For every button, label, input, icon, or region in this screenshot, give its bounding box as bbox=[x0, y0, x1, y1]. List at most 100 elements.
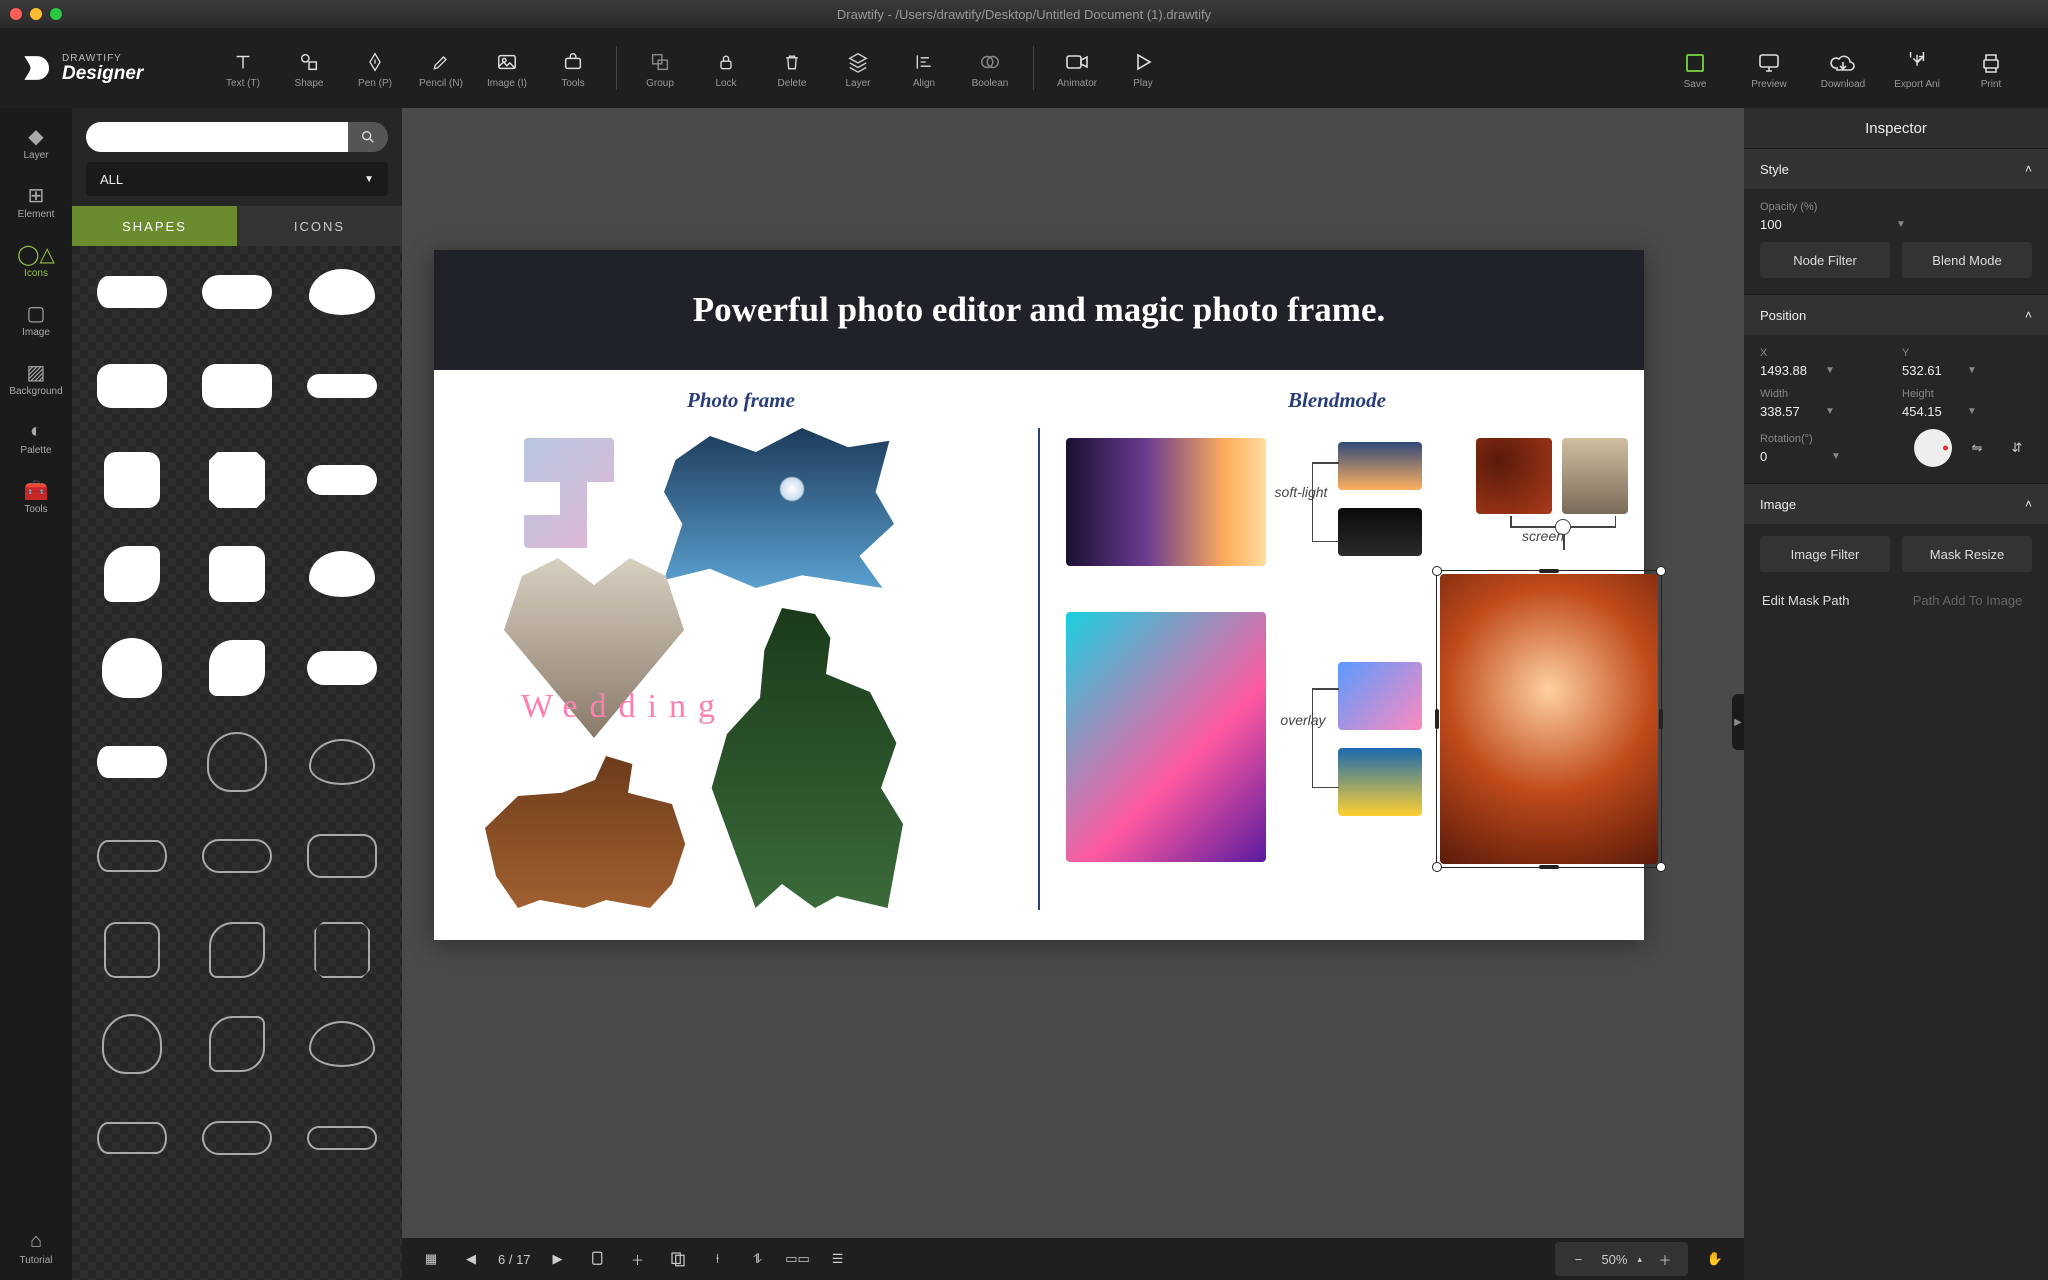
blend-source-macaw[interactable] bbox=[1338, 748, 1422, 816]
rail-tools[interactable]: 🧰Tools bbox=[6, 476, 66, 515]
shape-item[interactable] bbox=[297, 1012, 388, 1076]
master-page-button[interactable]: ⍿ bbox=[705, 1246, 731, 1272]
duplicate-page-button[interactable] bbox=[665, 1246, 691, 1272]
shape-item[interactable] bbox=[297, 824, 388, 888]
shape-item[interactable] bbox=[86, 1106, 177, 1170]
layer-button[interactable]: Layer bbox=[825, 46, 891, 89]
boolean-button[interactable]: Boolean bbox=[957, 46, 1023, 89]
lock-button[interactable]: Lock bbox=[693, 46, 759, 89]
shape-item[interactable] bbox=[297, 542, 388, 606]
shape-item[interactable] bbox=[297, 260, 388, 324]
group-button[interactable]: Group bbox=[627, 46, 693, 89]
frame-football-player[interactable] bbox=[694, 608, 914, 908]
chevron-down-icon[interactable]: ▼ bbox=[1963, 365, 2032, 376]
artboard[interactable]: Powerful photo editor and magic photo fr… bbox=[434, 250, 1644, 940]
blend-source-portrait[interactable] bbox=[1562, 438, 1628, 514]
animator-button[interactable]: Animator bbox=[1044, 46, 1110, 89]
zoom-in-button[interactable]: ＋ bbox=[1652, 1246, 1678, 1272]
rotation-input[interactable]: 0 bbox=[1760, 449, 1827, 464]
play-button[interactable]: Play bbox=[1110, 46, 1176, 89]
download-button[interactable]: Download bbox=[1806, 47, 1880, 90]
slide-order-button[interactable]: ⥮ bbox=[745, 1246, 771, 1272]
shape-item[interactable] bbox=[191, 1012, 282, 1076]
width-input[interactable]: 338.57 bbox=[1760, 404, 1821, 419]
shape-tool-button[interactable]: Shape bbox=[276, 46, 342, 89]
rail-image[interactable]: ▢Image bbox=[6, 299, 66, 338]
blend-sample-galaxy[interactable] bbox=[1066, 438, 1266, 566]
export-ani-button[interactable]: Export Ani bbox=[1880, 47, 1954, 90]
y-input[interactable]: 532.61 bbox=[1902, 363, 1963, 378]
shape-item[interactable] bbox=[191, 824, 282, 888]
section-position-header[interactable]: Position˄ bbox=[1744, 295, 2048, 335]
blend-result-selected[interactable] bbox=[1440, 574, 1658, 864]
shape-item[interactable] bbox=[86, 354, 177, 418]
shape-item[interactable] bbox=[297, 448, 388, 512]
edit-mask-path-button[interactable]: Edit Mask Path bbox=[1760, 582, 1891, 618]
shape-item[interactable] bbox=[191, 354, 282, 418]
blend-mode-button[interactable]: Blend Mode bbox=[1902, 242, 2032, 278]
chevron-down-icon[interactable]: ▼ bbox=[1827, 451, 1902, 462]
shape-item[interactable] bbox=[191, 542, 282, 606]
rail-palette[interactable]: ◐Palette bbox=[6, 417, 66, 456]
chevron-down-icon[interactable]: ▼ bbox=[1963, 406, 2032, 417]
text-tool-button[interactable]: Text (T) bbox=[210, 46, 276, 89]
window-close-button[interactable] bbox=[10, 8, 22, 20]
flip-vertical-button[interactable]: ⇵ bbox=[2002, 433, 2032, 463]
preview-button[interactable]: Preview bbox=[1732, 47, 1806, 90]
list-view-button[interactable]: ☰ bbox=[825, 1246, 851, 1272]
blend-source-sunset[interactable] bbox=[1338, 442, 1422, 490]
blend-source-donuts[interactable] bbox=[1476, 438, 1552, 514]
pencil-tool-button[interactable]: Pencil (N) bbox=[408, 46, 474, 89]
chevron-down-icon[interactable]: ▼ bbox=[1892, 219, 2032, 230]
rotation-dial[interactable] bbox=[1914, 429, 1952, 467]
chevron-down-icon[interactable]: ▼ bbox=[1821, 365, 1890, 376]
delete-button[interactable]: Delete bbox=[759, 46, 825, 89]
wedding-text[interactable]: Wedding bbox=[514, 688, 734, 726]
section-image-header[interactable]: Image˄ bbox=[1744, 484, 2048, 524]
image-filter-button[interactable]: Image Filter bbox=[1760, 536, 1890, 572]
canvas-area[interactable]: Powerful photo editor and magic photo fr… bbox=[402, 108, 1744, 1280]
height-input[interactable]: 454.15 bbox=[1902, 404, 1963, 419]
shape-item[interactable] bbox=[86, 260, 177, 324]
section-style-header[interactable]: Style˄ bbox=[1744, 149, 2048, 189]
blend-sample-parrot[interactable] bbox=[1066, 612, 1266, 862]
print-button[interactable]: Print bbox=[1954, 47, 2028, 90]
shape-item[interactable] bbox=[86, 1012, 177, 1076]
pen-tool-button[interactable]: Pen (P) bbox=[342, 46, 408, 89]
prev-page-button[interactable]: ◀ bbox=[458, 1246, 484, 1272]
shape-item[interactable] bbox=[191, 918, 282, 982]
shape-item[interactable] bbox=[297, 918, 388, 982]
rail-layer[interactable]: ◆Layer bbox=[6, 122, 66, 161]
blend-source-gradient[interactable] bbox=[1338, 662, 1422, 730]
x-input[interactable]: 1493.88 bbox=[1760, 363, 1821, 378]
shape-item[interactable] bbox=[86, 636, 177, 700]
shape-item[interactable] bbox=[191, 1106, 282, 1170]
shape-grid[interactable] bbox=[72, 246, 402, 1280]
shape-item[interactable] bbox=[191, 636, 282, 700]
pages-grid-button[interactable]: ▦ bbox=[418, 1246, 444, 1272]
blend-source-dark[interactable] bbox=[1338, 508, 1422, 556]
rail-background[interactable]: ▨Background bbox=[6, 358, 66, 397]
frame-lighthouse[interactable] bbox=[664, 428, 894, 588]
rail-tutorial[interactable]: ⌂Tutorial bbox=[6, 1227, 66, 1266]
shape-item[interactable] bbox=[297, 730, 388, 794]
window-maximize-button[interactable] bbox=[50, 8, 62, 20]
zoom-control[interactable]: − 50% ▴ ＋ bbox=[1555, 1242, 1688, 1276]
add-button[interactable]: ＋ bbox=[625, 1246, 651, 1272]
book-view-button[interactable]: ▭▭ bbox=[785, 1246, 811, 1272]
inspector-collapse-button[interactable]: ▶ bbox=[1732, 694, 1744, 750]
frame-horse[interactable] bbox=[474, 748, 694, 908]
chevron-down-icon[interactable]: ▼ bbox=[1821, 406, 1890, 417]
shape-item[interactable] bbox=[86, 542, 177, 606]
search-input[interactable] bbox=[86, 122, 348, 152]
category-filter-dropdown[interactable]: ALL▼ bbox=[86, 162, 388, 196]
tools-dropdown-button[interactable]: Tools bbox=[540, 46, 606, 89]
mask-resize-button[interactable]: Mask Resize bbox=[1902, 536, 2032, 572]
shape-item[interactable] bbox=[191, 448, 282, 512]
opacity-input[interactable]: 100 bbox=[1760, 217, 1892, 232]
next-page-button[interactable]: ▶ bbox=[545, 1246, 571, 1272]
window-minimize-button[interactable] bbox=[30, 8, 42, 20]
shape-item[interactable] bbox=[86, 918, 177, 982]
search-button[interactable] bbox=[348, 122, 388, 152]
pan-hand-button[interactable]: ✋ bbox=[1702, 1246, 1728, 1272]
